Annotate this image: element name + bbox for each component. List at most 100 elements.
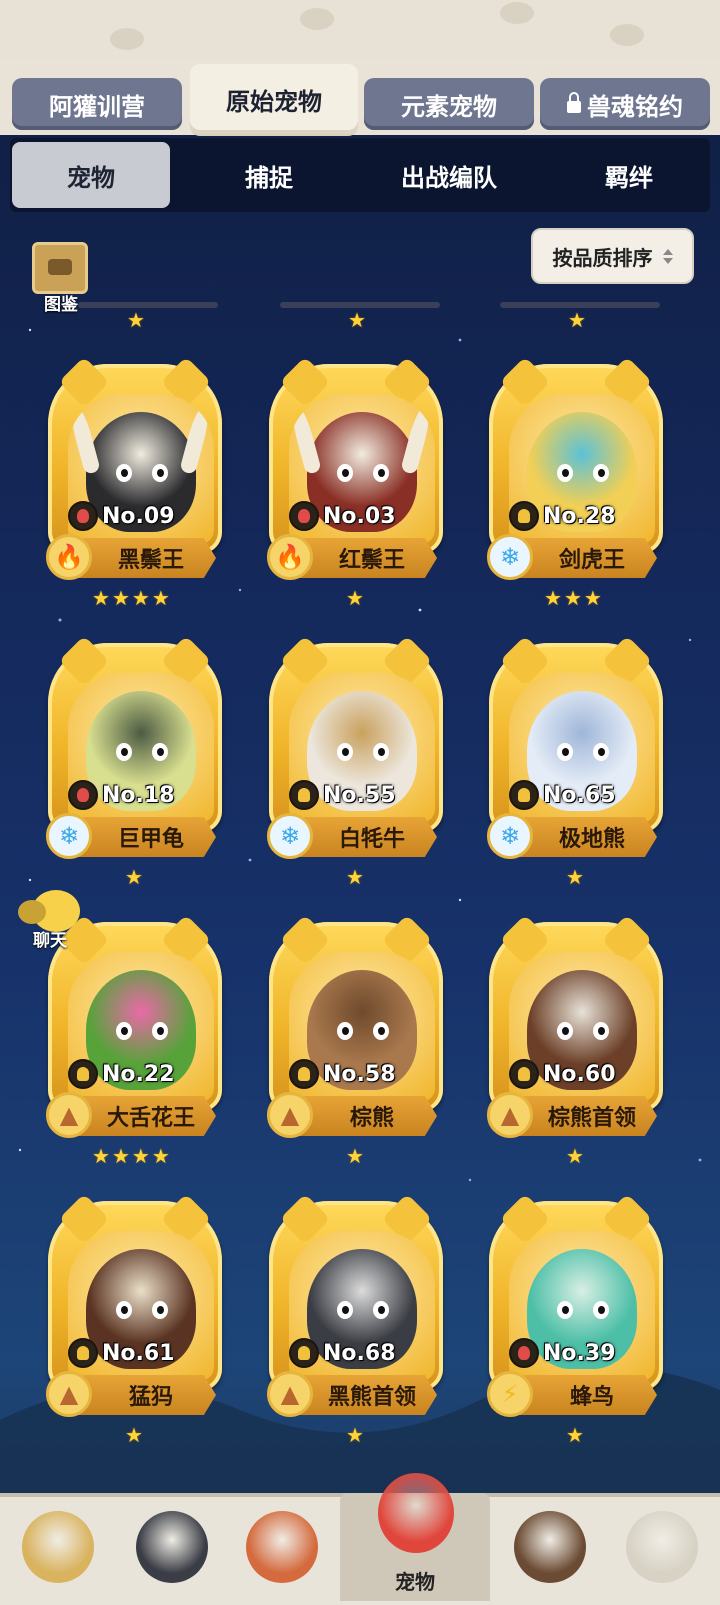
pet-eye bbox=[116, 464, 132, 482]
pet-number-tag: No.55 bbox=[289, 779, 399, 811]
pet-number: No.68 bbox=[323, 1340, 396, 1366]
star-rating: ★ bbox=[566, 1146, 584, 1166]
subtab-battle-formation[interactable]: 出战编队 bbox=[370, 142, 528, 208]
pet-eye bbox=[557, 1301, 573, 1319]
pet-name: 极地熊 bbox=[558, 827, 625, 852]
pet-card[interactable]: No.61 猛犸 ▲ bbox=[42, 1187, 228, 1419]
star-rating: ★ ★ ★ ★ bbox=[92, 1146, 170, 1166]
pet-eye bbox=[593, 1301, 609, 1319]
person-type-icon bbox=[509, 1059, 539, 1089]
star-icon: ★ bbox=[111, 1144, 130, 1168]
pet-name: 棕熊首领 bbox=[547, 1106, 636, 1131]
star-icon: ★ bbox=[127, 308, 145, 332]
star-icon: ★ bbox=[151, 586, 170, 610]
meat-type-icon bbox=[509, 1338, 539, 1368]
tab-beast-soul-pact[interactable]: 兽魂铭约 bbox=[540, 78, 710, 130]
pet-eye bbox=[337, 1301, 353, 1319]
pet-card[interactable]: No.68 黑熊首领 ▲ bbox=[263, 1187, 449, 1419]
star-rating: ★ bbox=[346, 867, 364, 887]
tab-primitive-pets[interactable]: 原始宠物 bbox=[190, 64, 358, 134]
pet-eye bbox=[116, 743, 132, 761]
subtab-capture[interactable]: 捕捉 bbox=[190, 142, 348, 208]
pet-name: 白牦牛 bbox=[338, 827, 405, 852]
star-icon: ★ bbox=[111, 586, 130, 610]
pet-number-tag: No.09 bbox=[68, 500, 178, 532]
pet-eye bbox=[337, 1022, 353, 1040]
top-tab-bar: 阿獾训营 原始宠物 元素宠物 兽魂铭约 bbox=[0, 60, 720, 135]
pet-card[interactable]: No.09 黑鬃王 🔥 bbox=[42, 350, 228, 582]
nav-item[interactable] bbox=[612, 1503, 712, 1599]
star-rating: ★ bbox=[125, 867, 143, 887]
nav-item[interactable] bbox=[122, 1503, 222, 1599]
pet-eye bbox=[373, 743, 389, 761]
star-icon: ★ bbox=[566, 1423, 584, 1447]
pet-card[interactable]: No.03 红鬃王 🔥 bbox=[263, 350, 449, 582]
earth-element-icon: ▲ bbox=[487, 1092, 533, 1138]
star-icon: ★ bbox=[348, 308, 366, 332]
pet-eye bbox=[557, 464, 573, 482]
pet-card[interactable]: No.58 棕熊 ▲ bbox=[263, 908, 449, 1140]
pet-card[interactable]: No.60 棕熊首领 ▲ bbox=[483, 908, 669, 1140]
tab-ahuan-training[interactable]: 阿獾训营 bbox=[12, 78, 182, 130]
star-icon: ★ bbox=[125, 865, 143, 889]
pet-number-tag: No.18 bbox=[68, 779, 178, 811]
pet-eye bbox=[373, 1022, 389, 1040]
star-rating: ★ bbox=[568, 310, 586, 330]
pet-number: No.61 bbox=[102, 1340, 175, 1366]
subtab-pets[interactable]: 宠物 bbox=[12, 142, 170, 208]
pet-card[interactable]: No.39 蜂鸟 ⚡ bbox=[483, 1187, 669, 1419]
nav-item[interactable] bbox=[8, 1503, 108, 1599]
pet-card[interactable]: No.18 巨甲龟 ❄ bbox=[42, 629, 228, 861]
star-icon: ★ bbox=[544, 586, 562, 610]
star-icon: ★ bbox=[92, 586, 110, 610]
pet-eye bbox=[557, 743, 573, 761]
pet-eye bbox=[337, 464, 353, 482]
nav-item[interactable] bbox=[232, 1503, 332, 1599]
star-icon: ★ bbox=[568, 308, 586, 332]
nav-pets[interactable]: 宠物 bbox=[340, 1473, 490, 1601]
star-rating: ★ ★ ★ bbox=[544, 588, 602, 608]
person-type-icon bbox=[289, 780, 319, 810]
star-icon: ★ bbox=[92, 1144, 110, 1168]
pet-number-tag: No.65 bbox=[509, 779, 619, 811]
pet-number-tag: No.28 bbox=[509, 500, 619, 532]
pet-card[interactable]: No.55 白牦牛 ❄ bbox=[263, 629, 449, 861]
star-rating: ★ ★ ★ ★ bbox=[92, 588, 170, 608]
pet-number: No.39 bbox=[543, 1340, 616, 1366]
pet-card[interactable]: No.28 剑虎王 ❄ bbox=[483, 350, 669, 582]
nav-item[interactable] bbox=[500, 1503, 600, 1599]
pet-name: 剑虎王 bbox=[558, 548, 625, 573]
pet-number-tag: No.61 bbox=[68, 1337, 178, 1369]
pet-eye bbox=[593, 1022, 609, 1040]
pet-name: 棕熊 bbox=[349, 1106, 394, 1131]
pet-eye bbox=[152, 1301, 168, 1319]
star-icon: ★ bbox=[346, 865, 364, 889]
chat-button[interactable]: 聊天 bbox=[14, 890, 86, 951]
person-type-icon bbox=[509, 780, 539, 810]
subtab-label: 捕捉 bbox=[245, 163, 293, 192]
meat-type-icon bbox=[68, 501, 98, 531]
person-type-icon bbox=[68, 1338, 98, 1368]
star-rating: ★ bbox=[346, 1146, 364, 1166]
lightning-element-icon: ⚡ bbox=[487, 1371, 533, 1417]
pet-number: No.55 bbox=[323, 782, 396, 808]
pet-eye bbox=[373, 1301, 389, 1319]
person-type-icon bbox=[509, 501, 539, 531]
tab-elemental-pets[interactable]: 元素宠物 bbox=[364, 78, 534, 130]
fire-element-icon: 🔥 bbox=[267, 534, 313, 580]
nav-character-avatar bbox=[514, 1511, 586, 1583]
tab-label: 阿獾训营 bbox=[49, 92, 145, 121]
pet-number-tag: No.60 bbox=[509, 1058, 619, 1090]
pet-eye bbox=[557, 1022, 573, 1040]
tab-label: 元素宠物 bbox=[401, 92, 497, 121]
sort-by-quality-button[interactable]: 按品质排序 bbox=[531, 228, 694, 284]
pet-name: 黑鬃王 bbox=[117, 548, 184, 573]
pet-card[interactable]: No.65 极地熊 ❄ bbox=[483, 629, 669, 861]
pet-number-tag: No.03 bbox=[289, 500, 399, 532]
pet-number-tag: No.58 bbox=[289, 1058, 399, 1090]
pet-name: 蜂鸟 bbox=[569, 1385, 614, 1410]
tab-label: 兽魂铭约 bbox=[587, 92, 683, 121]
subtab-bonds[interactable]: 羁绊 bbox=[550, 142, 708, 208]
subtab-label: 宠物 bbox=[67, 163, 115, 192]
lock-icon bbox=[567, 92, 581, 113]
